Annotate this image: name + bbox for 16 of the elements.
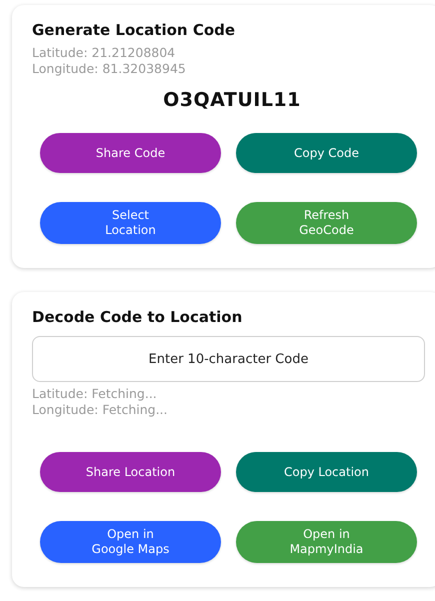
latitude-text: Latitude: Fetching... xyxy=(32,386,158,402)
action-button[interactable]: Open in MapmyIndia xyxy=(236,521,417,563)
action-button[interactable]: Open in Google Maps xyxy=(40,521,221,563)
action-button[interactable]: Share Location xyxy=(40,452,221,492)
card-title: Decode Code to Location xyxy=(32,308,244,326)
longitude-text: Longitude: Fetching... xyxy=(32,402,168,418)
action-button[interactable]: Select Location xyxy=(40,202,221,244)
latitude-text: Latitude: 21.21208804 xyxy=(32,45,176,61)
location-code: O3QATUIL11 xyxy=(163,89,301,111)
card-title: Generate Location Code xyxy=(32,21,236,39)
action-button[interactable]: Share Code xyxy=(40,133,221,173)
action-button[interactable]: Refresh GeoCode xyxy=(236,202,417,244)
longitude-text: Longitude: 81.32038945 xyxy=(32,61,187,77)
action-button[interactable]: Copy Code xyxy=(236,133,417,173)
action-button[interactable]: Copy Location xyxy=(236,452,417,492)
code-input-field[interactable]: Enter 10-character Code xyxy=(32,336,425,382)
